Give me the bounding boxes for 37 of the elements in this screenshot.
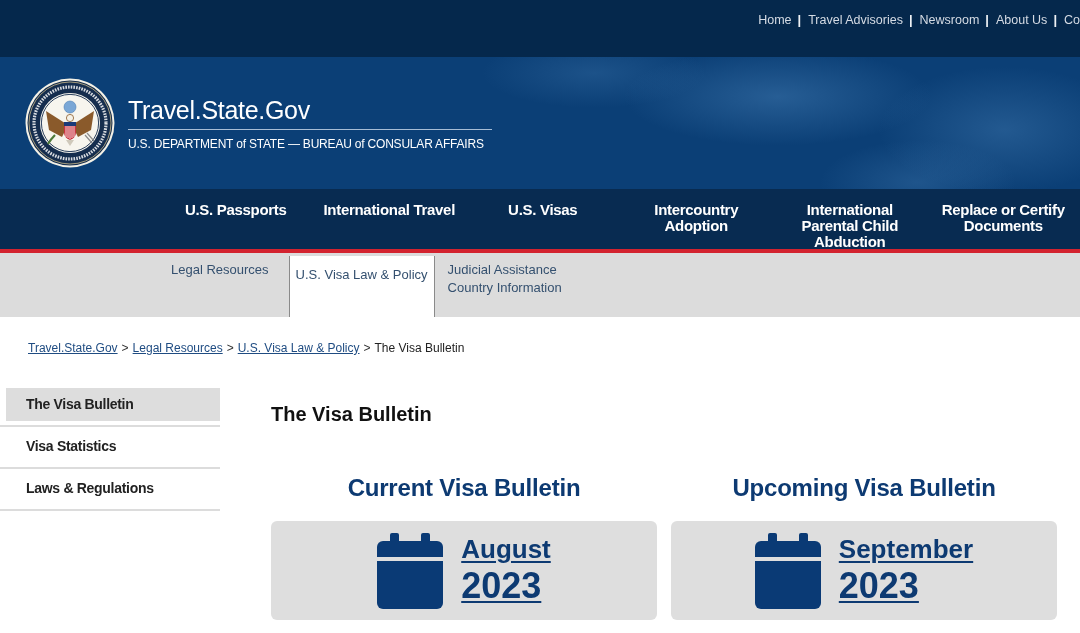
sub-nav-tab[interactable]: Legal Resources: [159, 253, 281, 317]
bulletin-heading: Current Visa Bulletin: [346, 474, 582, 502]
site-subtitle: U.S. DEPARTMENT of STATE — BUREAU of CONSULAR AFFAIRS: [128, 135, 485, 152]
sub-nav-tab[interactable]: U.S. Visa Law & Policy: [288, 256, 435, 317]
site-title[interactable]: Travel.State.Gov: [128, 94, 492, 130]
calendar-icon: [377, 532, 444, 609]
breadcrumb-current: The Visa Bulletin: [374, 341, 465, 355]
page-title: The Visa Bulletin: [271, 402, 433, 426]
main-nav-link[interactable]: Intercountry Adoption: [626, 202, 767, 234]
main-nav-link[interactable]: U.S. Visas: [508, 202, 578, 218]
sidebar-item[interactable]: The Visa Bulletin: [6, 388, 220, 421]
breadcrumb-separator: >: [226, 341, 234, 355]
main-nav-link[interactable]: U.S. Passports: [184, 202, 287, 218]
utility-link[interactable]: Newsroom: [919, 12, 980, 28]
link-separator: |: [985, 12, 989, 28]
utility-link[interactable]: Travel Advisories: [808, 12, 903, 28]
main-nav-link[interactable]: Replace or Certify Documents: [933, 202, 1074, 234]
link-separator: |: [908, 12, 913, 28]
calendar-icon: [754, 532, 821, 609]
bulletin-heading: Upcoming Visa Bulletin: [731, 474, 997, 502]
main-nav-link[interactable]: International Parental Child Abduction: [779, 202, 920, 250]
link-separator: |: [1053, 12, 1057, 28]
breadcrumb-separator: >: [121, 341, 129, 355]
utility-link[interactable]: Home: [758, 12, 792, 28]
utility-link[interactable]: About Us: [995, 12, 1048, 28]
breadcrumb-link[interactable]: U.S. Visa Law & Policy: [237, 341, 360, 355]
sidebar-item[interactable]: Visa Statistics: [6, 430, 220, 463]
bulletin-link[interactable]: August 2023: [461, 533, 551, 608]
sub-nav-tab[interactable]: Judicial Assistance Country Information: [435, 253, 600, 317]
breadcrumb-link[interactable]: Legal Resources: [132, 341, 223, 355]
sidebar-item[interactable]: Laws & Regulations: [6, 472, 220, 505]
bulletin-link[interactable]: September 2023: [838, 533, 974, 608]
utility-link[interactable]: Co: [1064, 12, 1080, 28]
main-nav-link[interactable]: International Travel: [323, 202, 455, 218]
breadcrumb-link[interactable]: Travel.State.Gov: [28, 341, 118, 355]
link-separator: |: [797, 12, 802, 28]
breadcrumb-separator: >: [363, 341, 371, 355]
